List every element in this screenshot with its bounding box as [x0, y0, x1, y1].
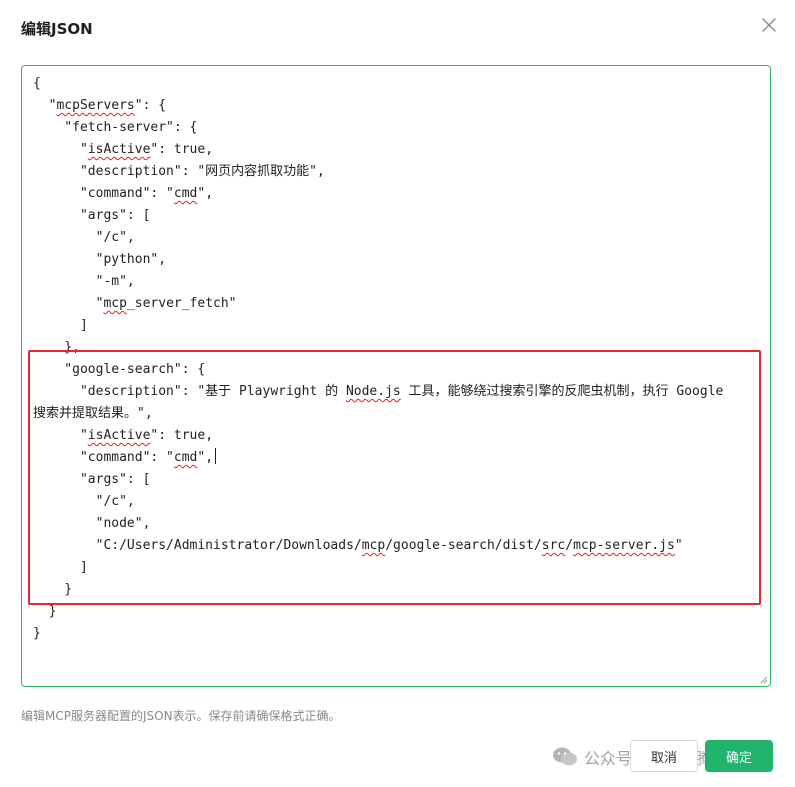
code-text: }	[33, 582, 73, 597]
code-text: "python",	[33, 252, 167, 267]
code-line[interactable]: "/c",	[33, 227, 723, 249]
code-line[interactable]: ]	[33, 557, 723, 579]
code-line[interactable]: },	[33, 337, 723, 359]
json-code[interactable]: { "mcpServers": { "fetch-server": { "isA…	[33, 73, 723, 645]
code-text: "node",	[33, 516, 151, 531]
spellcheck-token: cmd	[173, 450, 198, 465]
code-line[interactable]: "description": "基于 Playwright 的 Node.js …	[33, 381, 723, 403]
cancel-button[interactable]: 取消	[630, 740, 698, 772]
confirm-button[interactable]: 确定	[705, 740, 773, 772]
code-text: }	[33, 604, 57, 619]
dialog-title: 编辑JSON	[21, 20, 93, 38]
spellcheck-token: src	[541, 538, 566, 553]
code-line[interactable]: "command": "cmd",	[33, 183, 723, 205]
code-line[interactable]: "args": [	[33, 469, 723, 491]
code-text: "	[674, 538, 683, 553]
code-text: ]	[33, 318, 88, 333]
code-line[interactable]: "C:/Users/Administrator/Downloads/mcp/go…	[33, 535, 723, 557]
code-text: ": true,	[150, 142, 214, 157]
spellcheck-token: mcp	[103, 296, 127, 311]
code-text: {	[33, 76, 41, 91]
code-text: ",	[197, 450, 214, 465]
json-editor[interactable]: { "mcpServers": { "fetch-server": { "isA…	[21, 65, 771, 687]
code-text: "google-search": {	[33, 362, 206, 377]
code-text: },	[33, 340, 80, 355]
text-caret	[215, 448, 217, 464]
wechat-icon	[553, 747, 577, 766]
code-line[interactable]: "google-search": {	[33, 359, 723, 381]
spellcheck-token: mcp-server.js	[573, 538, 675, 553]
code-line[interactable]: "python",	[33, 249, 723, 271]
code-text: 工具，能够绕过搜索引擎的反爬虫机制，执行 Google	[400, 384, 724, 399]
code-text: /	[565, 538, 574, 553]
code-text: }	[33, 626, 41, 641]
code-line[interactable]: }	[33, 579, 723, 601]
code-text: "args": [	[33, 208, 151, 223]
code-text: "args": [	[33, 472, 151, 487]
code-text: "/c",	[33, 494, 135, 509]
code-line[interactable]: "command": "cmd",	[33, 447, 723, 469]
code-text: ": true,	[150, 428, 214, 443]
format-hint: 编辑MCP服务器配置的JSON表示。保存前请确保格式正确。	[21, 709, 341, 723]
code-line[interactable]: "fetch-server": {	[33, 117, 723, 139]
code-text: _server_fetch"	[126, 296, 237, 311]
code-line[interactable]: }	[33, 601, 723, 623]
code-line[interactable]: "isActive": true,	[33, 139, 723, 161]
code-text: "	[33, 98, 57, 113]
spellcheck-token: isActive	[87, 428, 151, 443]
code-text: "/c",	[33, 230, 135, 245]
spellcheck-token: Node.js	[345, 384, 401, 399]
code-line[interactable]: }	[33, 623, 723, 645]
code-line[interactable]: {	[33, 73, 723, 95]
resize-handle-icon[interactable]	[758, 674, 768, 684]
code-text: "	[33, 428, 88, 443]
code-line[interactable]: 搜索并提取结果。",	[33, 403, 723, 425]
code-line[interactable]: "description": "网页内容抓取功能",	[33, 161, 723, 183]
spellcheck-token: mcpServers	[56, 98, 135, 113]
spellcheck-token: isActive	[87, 142, 151, 157]
code-text: ",	[197, 186, 214, 201]
code-text: 搜索并提取结果。",	[33, 406, 153, 421]
code-text: "fetch-server": {	[33, 120, 198, 135]
code-line[interactable]: "mcp_server_fetch"	[33, 293, 723, 315]
code-text: /google-search/dist/	[385, 538, 542, 553]
code-line[interactable]: "/c",	[33, 491, 723, 513]
code-text: ": {	[134, 98, 167, 113]
code-text: "	[33, 142, 88, 157]
code-text: "-m",	[33, 274, 135, 289]
code-line[interactable]: ]	[33, 315, 723, 337]
code-text: "C:/Users/Administrator/Downloads/	[33, 538, 362, 553]
close-icon[interactable]	[760, 16, 778, 34]
code-line[interactable]: "args": [	[33, 205, 723, 227]
code-text: "description": "网页内容抓取功能",	[33, 164, 325, 179]
code-text: "command": "	[33, 450, 174, 465]
spellcheck-token: cmd	[173, 186, 198, 201]
code-text: "command": "	[33, 186, 174, 201]
code-text: ]	[33, 560, 88, 575]
code-text: "	[33, 296, 104, 311]
code-line[interactable]: "isActive": true,	[33, 425, 723, 447]
code-text: "description": "基于 Playwright 的	[33, 384, 346, 399]
code-line[interactable]: "mcpServers": {	[33, 95, 723, 117]
code-line[interactable]: "-m",	[33, 271, 723, 293]
code-line[interactable]: "node",	[33, 513, 723, 535]
spellcheck-token: mcp	[361, 538, 386, 553]
